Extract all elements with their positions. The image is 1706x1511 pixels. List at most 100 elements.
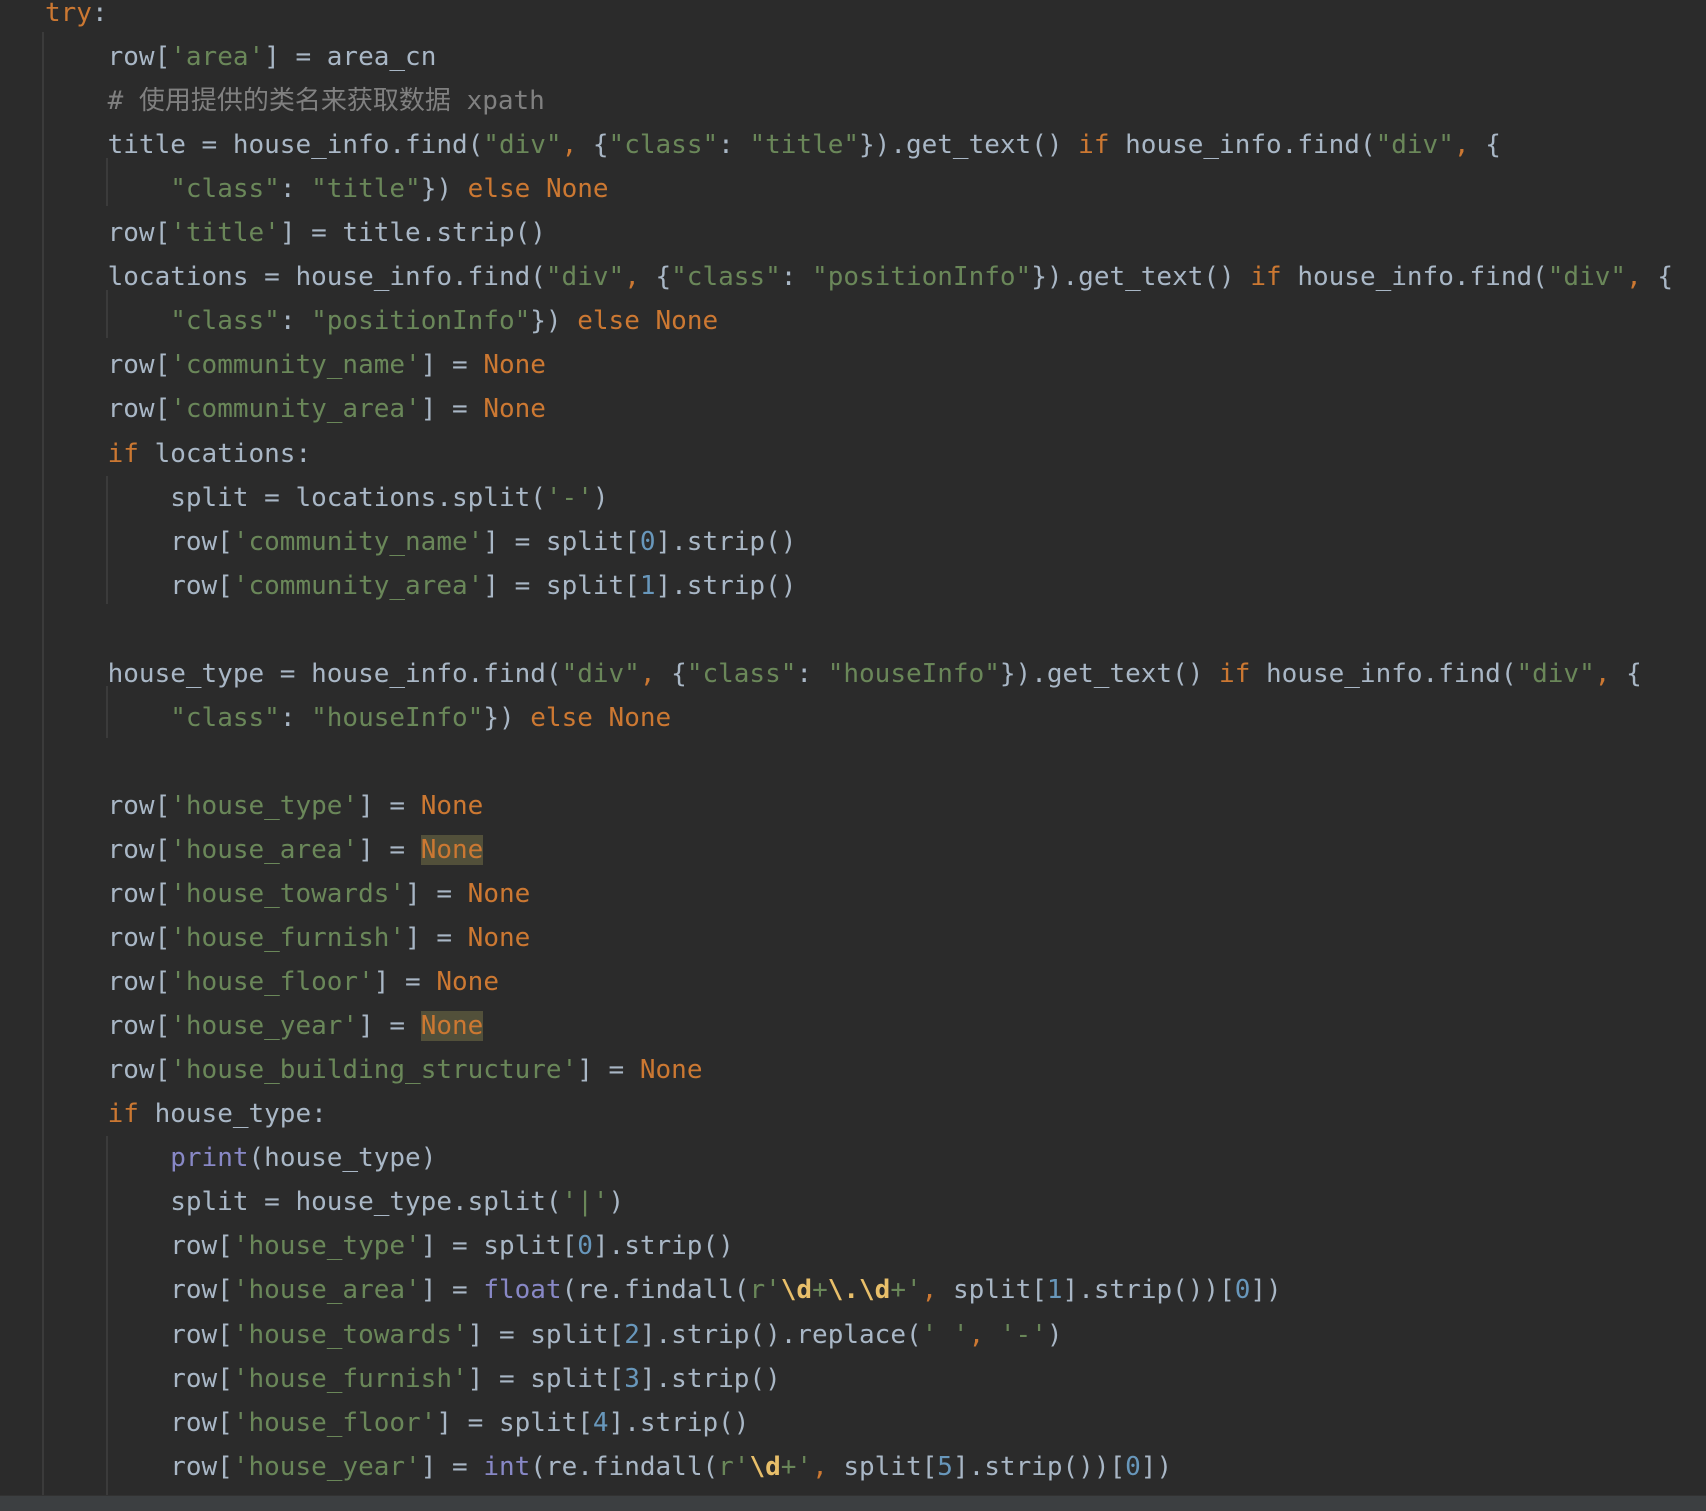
code-token: float — [483, 1275, 562, 1306]
code-line[interactable]: row['house_floor'] = split[4].strip() — [45, 1401, 749, 1445]
code-token: ) — [1046, 1319, 1063, 1350]
code-token: "div" — [483, 130, 562, 161]
code-line[interactable]: "class": "title"}) else None — [45, 167, 608, 211]
code-token: row[ — [45, 923, 171, 954]
code-token: ] = area_cn — [264, 42, 437, 73]
code-line[interactable]: row['community_area'] = split[1].strip() — [45, 564, 796, 608]
code-token: +' — [890, 1275, 922, 1306]
horizontal-scrollbar[interactable] — [0, 1495, 1706, 1511]
code-line[interactable]: "class": "positionInfo"}) else None — [45, 299, 718, 343]
code-token: None — [467, 879, 531, 909]
code-line[interactable]: row['community_area'] = None — [45, 387, 546, 431]
code-token: 'house_towards' — [170, 879, 406, 909]
code-token: \d — [859, 1275, 891, 1306]
code-token: row[ — [45, 879, 171, 909]
code-token: ] = split[ — [467, 1319, 625, 1350]
indent-guide — [42, 32, 44, 1495]
code-line[interactable]: row['house_floor'] = None — [45, 960, 499, 1004]
code-line[interactable]: "class": "houseInfo"}) else None — [45, 696, 671, 740]
code-token: 'house_area' — [232, 1275, 421, 1306]
code-line[interactable]: row['house_towards'] = None — [45, 872, 531, 916]
code-line[interactable]: row['community_name'] = None — [45, 343, 546, 387]
code-token: ].strip() — [608, 1407, 750, 1438]
code-token: : — [91, 0, 108, 28]
code-line[interactable]: house_type = house_info.find("div", {"cl… — [45, 652, 1642, 696]
code-line[interactable]: if house_type: — [45, 1092, 327, 1136]
code-line[interactable]: row['community_name'] = split[0].strip() — [45, 520, 796, 564]
code-token: 1 — [639, 570, 656, 601]
code-line[interactable]: if locations: — [45, 432, 312, 476]
code-line[interactable]: row['house_building_structure'] = None — [45, 1048, 703, 1092]
code-line[interactable]: row['house_furnish'] = None — [45, 916, 531, 960]
code-token: 'house_type' — [232, 1231, 421, 1262]
code-token: (house_type) — [248, 1143, 437, 1174]
code-token: r' — [749, 1275, 781, 1306]
code-token: (re.findall( — [561, 1275, 750, 1306]
code-token: 'area' — [170, 42, 265, 73]
code-token: 'title' — [170, 218, 280, 249]
code-line[interactable]: row['house_furnish'] = split[3].strip() — [45, 1357, 781, 1401]
code-token: split[ — [843, 1451, 938, 1482]
code-token: None — [420, 790, 484, 821]
code-token: ]) — [1140, 1451, 1173, 1482]
code-token: row[ — [45, 350, 171, 381]
code-token: }).get_text() — [1031, 262, 1251, 293]
code-editor[interactable]: try: row['area'] = area_cn # 使用提供的类名来获取数… — [0, 0, 1706, 1495]
code-token: ] = — [358, 834, 421, 865]
code-line[interactable]: row['house_type'] = None — [45, 784, 484, 828]
code-line[interactable]: split = locations.split('-') — [45, 476, 608, 520]
code-token: , — [624, 262, 656, 293]
code-token: : — [279, 306, 312, 337]
code-line[interactable]: row['house_year'] = None — [45, 1004, 484, 1048]
code-token: "class" — [671, 262, 781, 293]
code-token: None — [639, 1055, 703, 1086]
code-token: "title" — [311, 174, 421, 205]
code-token: "div" — [561, 658, 640, 689]
code-token: row[ — [45, 526, 233, 557]
code-token: row[ — [45, 1407, 233, 1438]
code-token: row[ — [45, 42, 171, 73]
code-token: ] = — [358, 1011, 421, 1042]
code-token: row[ — [45, 394, 171, 425]
code-line[interactable]: row['house_type'] = split[0].strip() — [45, 1224, 734, 1268]
code-token: 'house_furnish' — [170, 923, 406, 954]
code-line[interactable]: row['house_area'] = float(re.findall(r'\… — [45, 1268, 1281, 1312]
code-line[interactable]: row['house_year'] = int(re.findall(r'\d+… — [45, 1445, 1172, 1489]
code-token: ] = split[ — [483, 526, 640, 557]
code-token: ] = — [405, 923, 468, 954]
code-token: None — [420, 1011, 484, 1042]
code-token: : — [279, 702, 312, 733]
code-line[interactable]: # 使用提供的类名来获取数据 xpath — [45, 79, 545, 123]
code-line[interactable]: row['house_towards'] = split[2].strip().… — [45, 1313, 1063, 1357]
code-token: 3 — [624, 1363, 640, 1394]
code-token: 'house_floor' — [170, 967, 374, 998]
code-token: house_info.find( — [1297, 262, 1548, 293]
code-token: print — [170, 1143, 249, 1174]
code-token: try — [45, 0, 92, 28]
code-line[interactable]: print(house_type) — [45, 1136, 436, 1180]
code-token: # 使用提供的类名来获取数据 xpath — [45, 86, 545, 117]
code-line[interactable]: try: — [45, 0, 108, 35]
code-token: : — [718, 130, 750, 161]
code-token: '|' — [561, 1187, 609, 1218]
code-token: 'house_floor' — [232, 1407, 437, 1438]
code-token: ].strip())[ — [952, 1451, 1126, 1482]
code-line[interactable]: row['title'] = title.strip() — [45, 211, 546, 255]
code-token: row[ — [45, 790, 171, 821]
code-token: "houseInfo" — [311, 702, 484, 733]
code-token: 'house_towards' — [232, 1319, 468, 1350]
code-token: "div" — [545, 262, 625, 293]
code-token: , — [921, 1275, 953, 1306]
code-line[interactable]: row['area'] = area_cn — [45, 35, 437, 79]
code-line[interactable]: split = house_type.split('|') — [45, 1180, 624, 1224]
code-token: ] = — [420, 394, 484, 425]
code-token: "class" — [170, 306, 280, 337]
code-token: ].strip().replace( — [639, 1319, 922, 1350]
code-token: if — [1219, 658, 1267, 689]
code-token: 0 — [1234, 1275, 1251, 1306]
code-line[interactable]: title = house_info.find("div", {"class":… — [45, 123, 1501, 167]
code-line[interactable]: locations = house_info.find("div", {"cla… — [45, 255, 1673, 299]
code-token: row[ — [45, 1055, 171, 1086]
code-line[interactable]: row['house_area'] = None — [45, 828, 484, 872]
code-token: 'house_type' — [170, 790, 359, 821]
